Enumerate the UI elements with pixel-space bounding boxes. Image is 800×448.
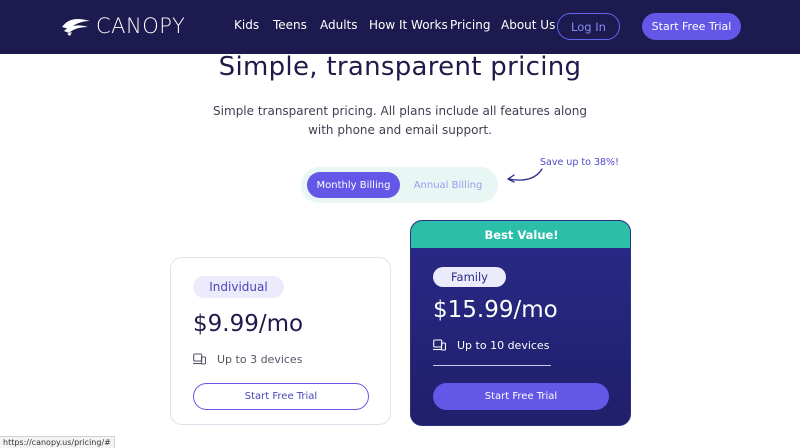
devices-icon: [433, 339, 446, 351]
plan-price: $15.99/mo: [433, 297, 558, 323]
billing-toggle: Monthly Billing Annual Billing: [301, 167, 498, 203]
family-start-trial-button[interactable]: Start Free Trial: [433, 383, 609, 410]
status-bar-url: https://canopy.us/pricing/#: [0, 436, 115, 448]
brand-name: CANOPY: [96, 14, 186, 38]
header-start-trial-button[interactable]: Start Free Trial: [642, 13, 741, 40]
page-subtitle: Simple transparent pricing. All plans in…: [213, 104, 587, 137]
nav-link-adults[interactable]: Adults: [320, 18, 358, 32]
plan-card-individual: Individual $9.99/mo Up to 3 devices Star…: [170, 257, 391, 425]
plan-devices: Up to 3 devices: [193, 352, 302, 366]
nav-link-how-it-works[interactable]: How It Works: [369, 18, 448, 32]
best-value-banner: Best Value!: [411, 221, 630, 248]
individual-start-trial-button[interactable]: Start Free Trial: [193, 383, 369, 410]
nav-link-about-us[interactable]: About Us: [501, 18, 555, 32]
divider: [433, 365, 551, 366]
page-title: Simple, transparent pricing: [218, 52, 582, 82]
nav-link-teens[interactable]: Teens: [273, 18, 307, 32]
nav-link-pricing[interactable]: Pricing: [450, 18, 490, 32]
nav-link-kids[interactable]: Kids: [234, 18, 259, 32]
plan-devices: Up to 10 devices: [433, 338, 549, 352]
plan-devices-text: Up to 3 devices: [217, 352, 303, 366]
site-header: CANOPY Kids Teens Adults How It Works Pr…: [0, 0, 800, 54]
plan-price: $9.99/mo: [193, 311, 304, 337]
plan-name-badge: Family: [433, 267, 506, 287]
save-note: Save up to 38%!: [540, 157, 619, 168]
curved-arrow-icon: [507, 168, 543, 183]
plan-devices-text: Up to 10 devices: [457, 338, 550, 352]
login-button[interactable]: Log In: [557, 13, 620, 40]
brand-logo[interactable]: CANOPY: [60, 13, 185, 39]
canopy-leaf-icon: [62, 19, 90, 36]
plan-name-badge: Individual: [193, 276, 284, 298]
devices-icon: [193, 353, 206, 365]
monthly-billing-option[interactable]: Monthly Billing: [307, 172, 400, 198]
plan-card-family: Best Value! Family $15.99/mo Up to 10 de…: [410, 220, 631, 426]
annual-billing-option[interactable]: Annual Billing: [405, 172, 491, 198]
